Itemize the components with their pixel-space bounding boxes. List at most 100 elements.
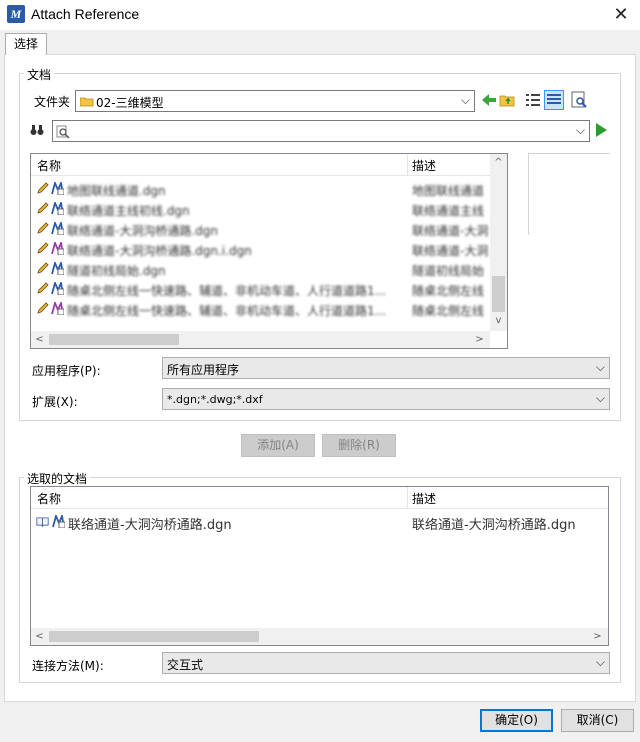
file-description: 地图联线通道	[412, 184, 485, 198]
search-icon	[56, 125, 70, 139]
chevron-down-icon: ⌵	[595, 655, 605, 669]
file-row[interactable]: 地图联线通道.dgn 地图联线通道	[31, 179, 490, 199]
file-name: 隧道初线局始.dgn	[67, 264, 166, 278]
dgn-file-icon	[51, 202, 64, 215]
preview-pane	[528, 153, 610, 235]
microstation-app-icon: M	[7, 5, 25, 23]
hscroll-thumb[interactable]	[49, 334, 179, 345]
file-list-vscroll[interactable]: ^ v	[490, 154, 507, 331]
pencil-icon	[37, 302, 49, 314]
file-row[interactable]: 隧道初线局始.dgn 隧道初线局始	[31, 259, 490, 279]
scroll-right-icon[interactable]: >	[471, 331, 488, 348]
document-group-label: 文档	[24, 66, 55, 83]
scroll-up-icon[interactable]: ^	[490, 154, 507, 171]
hscroll-thumb[interactable]	[49, 631, 259, 642]
dgn-file-icon	[52, 515, 65, 528]
scroll-right-icon[interactable]: >	[589, 628, 606, 645]
file-name: 随桌北侧左线一快速路、辅道、非机动车道、人行道道路1...	[67, 304, 387, 318]
file-description: 随桌北侧左线	[412, 304, 485, 318]
scroll-left-icon[interactable]: <	[31, 628, 48, 645]
attach-method-dropdown[interactable]: 交互式 ⌵	[162, 652, 610, 674]
file-description: 联络通道-大洞	[412, 224, 488, 238]
folder-value: 02-三维模型	[96, 96, 164, 110]
vscroll-thumb[interactable]	[492, 276, 505, 312]
selected-file-list[interactable]: 名称 描述 联络通道-大洞沟桥通路.dgn 联络通道-大洞沟桥通路.dgn < …	[30, 486, 609, 646]
file-name: 地图联线通道.dgn	[67, 184, 166, 198]
column-separator[interactable]	[407, 487, 408, 509]
details-view-icon	[547, 94, 561, 104]
folder-label: 文件夹	[34, 95, 71, 109]
pencil-icon	[37, 242, 49, 254]
file-name: 联络通道-大洞沟桥通路.dgn.i.dgn	[67, 244, 252, 258]
column-header-name[interactable]: 名称	[37, 157, 61, 174]
pencil-icon	[37, 282, 49, 294]
pencil-icon	[37, 222, 49, 234]
application-value: 所有应用程序	[167, 363, 240, 377]
column-header-description[interactable]: 描述	[412, 490, 436, 507]
scroll-left-icon[interactable]: <	[31, 331, 48, 348]
file-row[interactable]: 联络通道主线初线.dgn 联络通道主线	[31, 199, 490, 219]
chevron-down-icon: ⌵	[575, 123, 585, 137]
pencil-icon	[37, 182, 49, 194]
list-view-icon[interactable]	[524, 91, 542, 109]
attach-method-value: 交互式	[167, 658, 204, 672]
file-name: 联络通道-大洞沟桥通路.dgn	[67, 224, 218, 238]
file-list-hscroll[interactable]: < >	[31, 331, 490, 348]
selected-group-label: 选取的文档	[24, 470, 91, 487]
back-arrow-icon[interactable]	[480, 91, 498, 109]
chevron-down-icon: ⌵	[595, 391, 605, 405]
file-name: 随桌北侧左线一快速路、辅道、非机动车道、人行道道路1...	[67, 284, 387, 298]
dgn-file-icon	[51, 182, 64, 195]
search-combobox[interactable]: ⌵	[52, 120, 590, 142]
binoculars-icon	[30, 125, 44, 135]
dgn-file-icon	[51, 262, 64, 275]
cancel-button[interactable]: 取消(C)	[561, 709, 634, 732]
application-dropdown[interactable]: 所有应用程序 ⌵	[162, 357, 610, 379]
folder-combobox[interactable]: 02-三维模型 ⌵	[75, 90, 475, 112]
file-row[interactable]: 随桌北侧左线一快速路、辅道、非机动车道、人行道道路1... 随桌北侧左线	[31, 299, 490, 319]
file-row[interactable]: 随桌北侧左线一快速路、辅道、非机动车道、人行道道路1... 随桌北侧左线	[31, 279, 490, 299]
chevron-down-icon: ⌵	[460, 93, 470, 107]
extension-label: 扩展(X):	[32, 395, 78, 409]
file-description: 随桌北侧左线	[412, 284, 485, 298]
folder-icon	[80, 97, 94, 107]
file-row[interactable]: 联络通道-大洞沟桥通路.dgn 联络通道-大洞	[31, 219, 490, 239]
details-view-toggle[interactable]	[544, 90, 564, 110]
add-button[interactable]: 添加(A)	[241, 434, 315, 457]
window-title: Attach Reference	[31, 6, 140, 22]
dgn-file-icon	[51, 282, 64, 295]
up-folder-icon[interactable]	[499, 91, 517, 109]
column-header-description[interactable]: 描述	[412, 157, 436, 174]
file-description: 隧道初线局始	[412, 264, 485, 278]
remove-button[interactable]: 删除(R)	[322, 434, 396, 457]
scroll-down-icon[interactable]: v	[490, 312, 507, 329]
dgn-link-file-icon	[51, 242, 64, 255]
dgn-file-icon	[51, 222, 64, 235]
file-list-header: 名称 描述	[31, 154, 492, 176]
chevron-down-icon: ⌵	[595, 360, 605, 374]
tab-select[interactable]: 选择	[5, 33, 47, 55]
selected-list-header: 名称 描述	[31, 487, 608, 509]
extension-value: *.dgn;*.dwg;*.dxf	[167, 393, 263, 406]
application-label: 应用程序(P):	[32, 364, 101, 378]
close-icon[interactable]: ✕	[610, 4, 632, 26]
file-name: 联络通道主线初线.dgn	[67, 204, 190, 218]
attach-method-label: 连接方法(M):	[32, 659, 104, 673]
pencil-icon	[37, 202, 49, 214]
preview-icon[interactable]	[570, 91, 588, 109]
column-separator[interactable]	[407, 154, 408, 176]
go-arrow-icon[interactable]	[594, 122, 608, 138]
selected-file-name: 联络通道-大洞沟桥通路.dgn	[68, 518, 232, 533]
selected-file-description: 联络通道-大洞沟桥通路.dgn	[412, 518, 576, 533]
column-header-name[interactable]: 名称	[37, 490, 61, 507]
file-description: 联络通道主线	[412, 204, 485, 218]
extension-dropdown[interactable]: *.dgn;*.dwg;*.dxf ⌵	[162, 388, 610, 410]
file-row[interactable]: 联络通道-大洞沟桥通路.dgn.i.dgn 联络通道-大洞	[31, 239, 490, 259]
file-description: 联络通道-大洞	[412, 244, 488, 258]
file-list[interactable]: 名称 描述 地图联线通道.dgn 地图联线通道 联络通道主线初线.dgn 联络通道主线…	[30, 153, 508, 349]
selected-list-hscroll[interactable]: < >	[31, 628, 608, 645]
pencil-icon	[37, 262, 49, 274]
selected-row[interactable]: 联络通道-大洞沟桥通路.dgn 联络通道-大洞沟桥通路.dgn	[31, 512, 608, 533]
open-book-icon	[36, 517, 49, 527]
ok-button[interactable]: 确定(O)	[480, 709, 553, 732]
